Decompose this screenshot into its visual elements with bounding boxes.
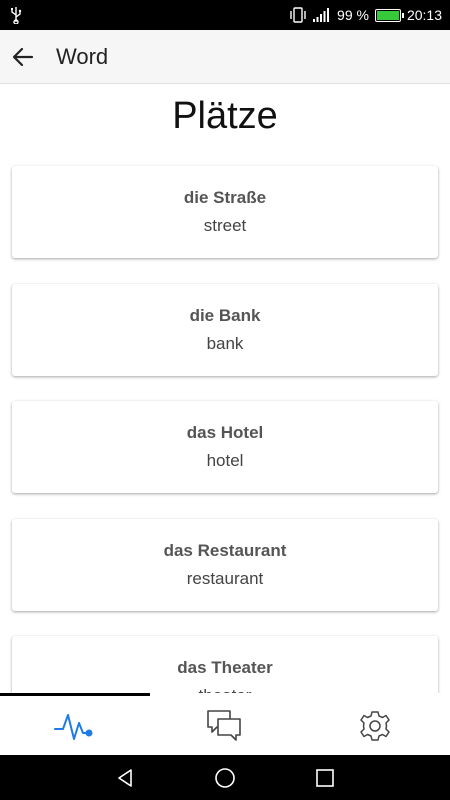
word-term: die Straße — [183, 188, 267, 207]
nav-home-button[interactable] — [210, 763, 240, 793]
tab-activity[interactable] — [0, 696, 150, 755]
circle-home-icon — [215, 768, 235, 788]
word-translation: bank — [206, 334, 244, 353]
word-card[interactable]: das Restaurant restaurant — [12, 519, 438, 611]
usb-icon — [10, 6, 22, 27]
app-bar: Word — [0, 30, 450, 84]
word-card[interactable]: das Hotel hotel — [12, 401, 438, 493]
word-term: das Hotel — [186, 423, 264, 442]
square-recents-icon — [316, 769, 334, 787]
word-list-view[interactable]: Plätze die Straße street die Bank bank d… — [0, 85, 450, 693]
triangle-back-icon — [118, 769, 132, 787]
word-card[interactable]: das Theater theater — [12, 636, 438, 693]
word-translation: hotel — [206, 451, 244, 470]
back-button[interactable] — [6, 40, 40, 74]
battery-icon — [374, 8, 404, 22]
tab-chat[interactable] — [150, 696, 300, 755]
word-translation: street — [203, 216, 247, 235]
status-bar: 99 % 20:13 — [0, 0, 450, 30]
app-title: Word — [56, 44, 109, 69]
word-translation: restaurant — [186, 569, 264, 588]
nav-back-button[interactable] — [110, 763, 140, 793]
tab-settings[interactable] — [300, 696, 450, 755]
word-term: die Bank — [189, 306, 261, 325]
system-navigation-bar — [0, 755, 450, 800]
back-arrow-icon — [12, 47, 34, 67]
word-card[interactable]: die Straße street — [12, 166, 438, 258]
bottom-tab-bar — [0, 693, 450, 755]
signal-icon — [313, 8, 331, 22]
status-time: 20:13 — [406, 7, 442, 23]
chat-icon — [207, 709, 241, 741]
word-term: das Theater — [177, 658, 273, 677]
word-term: das Restaurant — [163, 541, 287, 560]
activity-icon — [54, 713, 93, 740]
settings-icon — [360, 710, 390, 741]
word-card[interactable]: die Bank bank — [12, 284, 438, 376]
nav-recents-button[interactable] — [310, 763, 340, 793]
battery-level — [376, 10, 399, 20]
battery-percent: 99 % — [337, 7, 369, 23]
vibrate-icon — [289, 7, 307, 23]
word-translation: theater — [12, 686, 438, 693]
page-title: Plätze — [172, 95, 278, 137]
